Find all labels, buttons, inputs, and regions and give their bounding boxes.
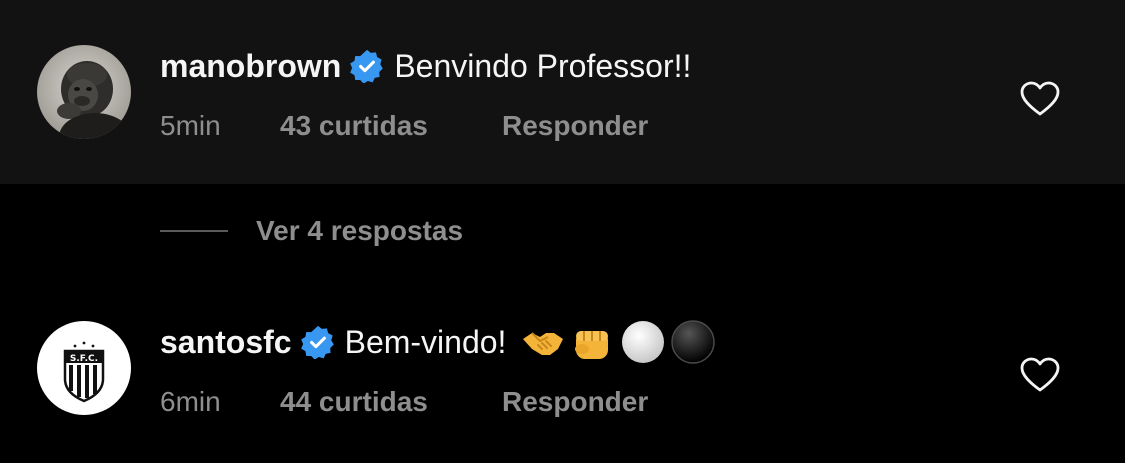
heart-icon[interactable] [1020, 357, 1060, 393]
comment-item: S.F.C. santosfc Bem-vindo! 6min 44 curti… [0, 276, 1125, 463]
comment-meta: 5min 43 curtidas Responder [160, 106, 648, 146]
comments-screen: manobrown Benvindo Professor!! 5min 43 c… [0, 0, 1125, 463]
white-circle-emoji-icon [620, 319, 666, 365]
santos-fc-crest-icon: S.F.C. [37, 321, 131, 415]
comment-text: Benvindo Professor!! [394, 47, 692, 84]
verified-badge-icon [300, 325, 335, 359]
view-replies-button[interactable]: Ver 4 respostas [160, 211, 463, 251]
view-replies-label: Ver 4 respostas [256, 215, 464, 246]
timestamp: 5min [160, 110, 221, 141]
heart-icon[interactable] [1020, 81, 1060, 117]
reply-button[interactable]: Responder [502, 386, 648, 418]
likes-count[interactable]: 44 curtidas [280, 386, 502, 418]
verified-badge-icon [350, 49, 384, 83]
reply-button[interactable]: Responder [502, 110, 648, 142]
comment-meta: 6min 44 curtidas Responder [160, 382, 648, 422]
username[interactable]: manobrown [160, 48, 341, 85]
handshake-emoji-icon [520, 319, 566, 365]
gorilla-avatar-icon [37, 45, 131, 139]
comment-line: manobrown Benvindo Professor!! [160, 44, 691, 88]
avatar[interactable]: S.F.C. [37, 321, 131, 415]
fist-emoji-icon [570, 319, 616, 365]
comment-item: manobrown Benvindo Professor!! 5min 43 c… [0, 0, 1125, 184]
comment-line: santosfc Bem-vindo! [160, 320, 716, 364]
black-circle-emoji-icon [670, 319, 716, 365]
timestamp: 6min [160, 386, 221, 417]
emoji-group [520, 319, 716, 365]
likes-count[interactable]: 43 curtidas [280, 110, 502, 142]
username[interactable]: santosfc [160, 324, 292, 361]
avatar[interactable] [37, 45, 131, 139]
divider [160, 230, 228, 232]
svg-text:S.F.C.: S.F.C. [70, 354, 98, 364]
comment-text: Bem-vindo! [344, 323, 507, 360]
